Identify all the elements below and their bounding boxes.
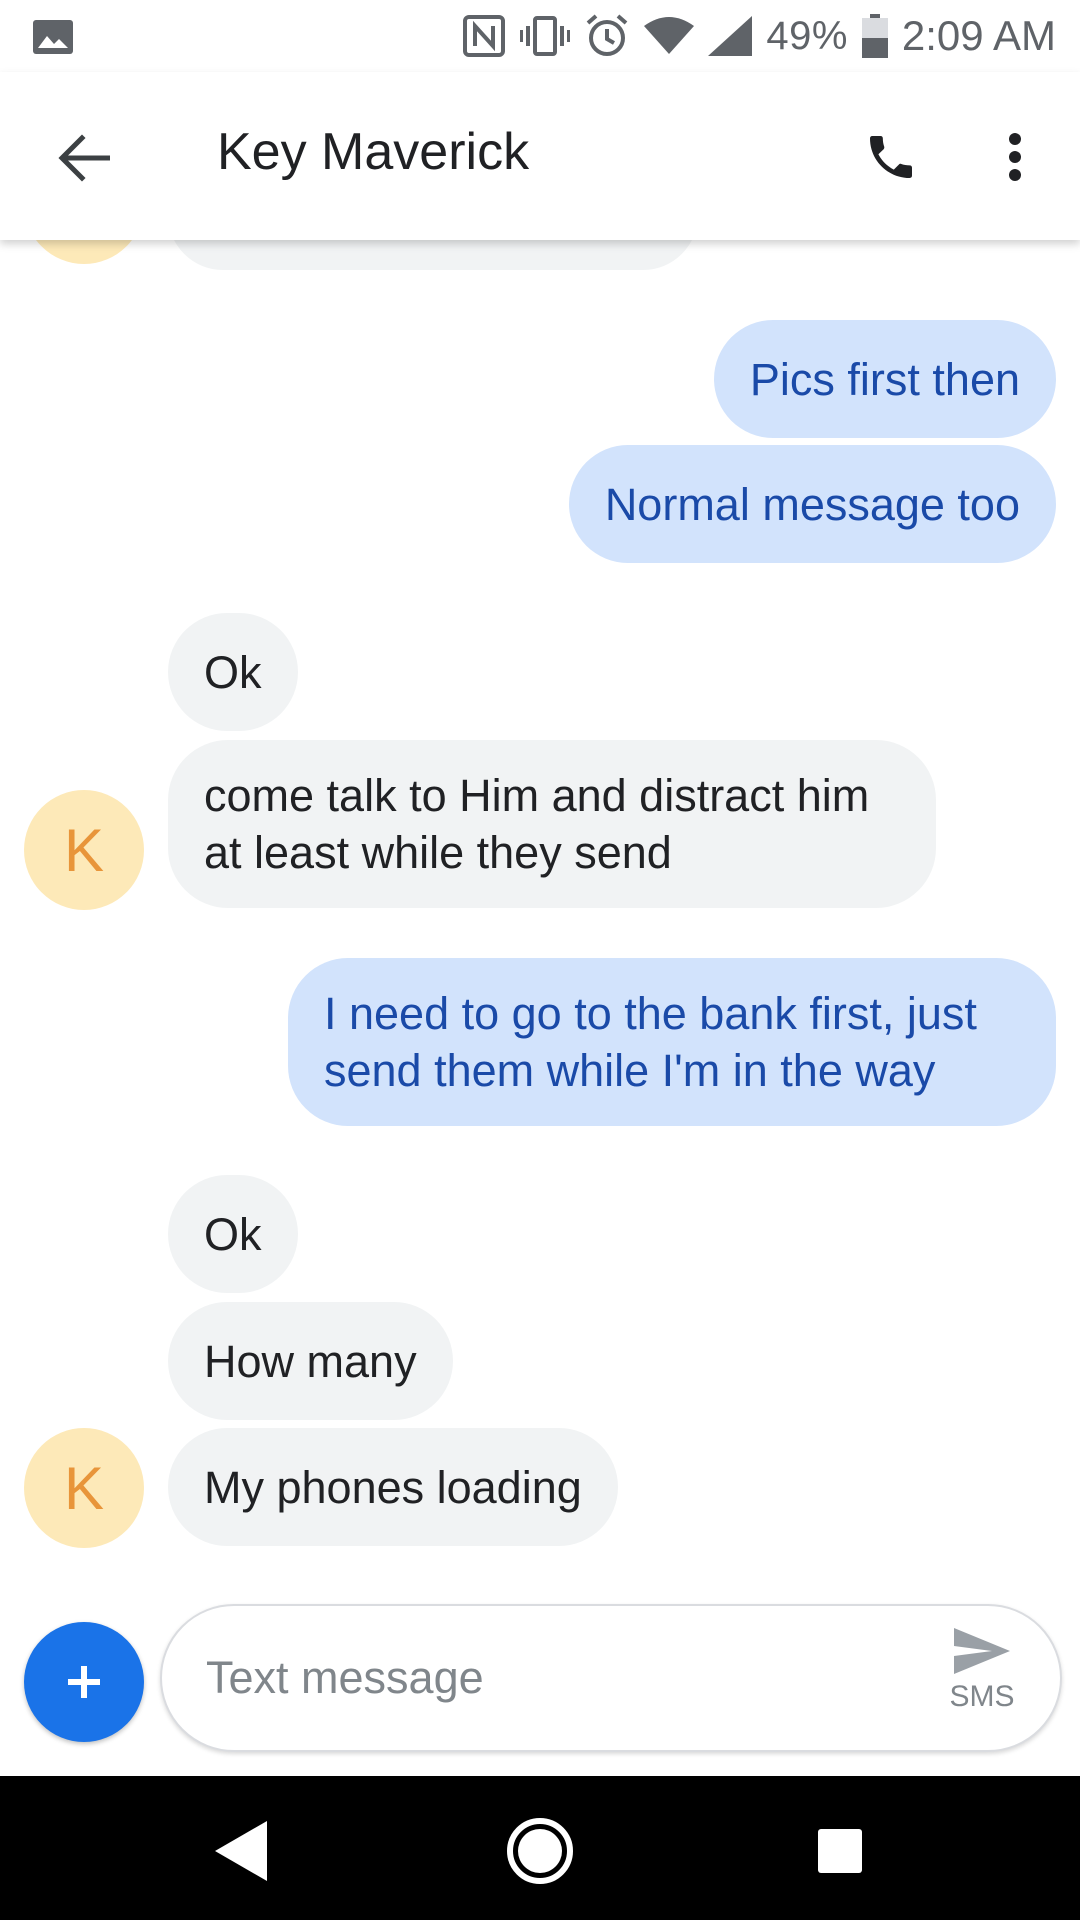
navigation-bar xyxy=(0,1776,1080,1920)
message-bubble-incoming[interactable]: My phones loading xyxy=(168,1428,618,1546)
send-mode-label: SMS xyxy=(949,1680,1015,1713)
status-bar: 49% 2:09 AM xyxy=(0,0,1080,72)
nav-home-button[interactable] xyxy=(495,1806,585,1896)
clock: 2:09 AM xyxy=(901,12,1056,59)
nav-back-button[interactable] xyxy=(196,1806,286,1896)
battery-icon xyxy=(861,14,888,58)
nav-recents-button[interactable] xyxy=(795,1806,885,1896)
more-options-button[interactable] xyxy=(970,112,1060,202)
conversation-title: Key Maverick xyxy=(217,123,530,181)
signal-icon xyxy=(708,16,753,56)
message-bubble-outgoing[interactable]: Pics first then xyxy=(713,320,1056,438)
message-bubble-partial xyxy=(168,240,698,270)
nav-back-icon xyxy=(215,1821,267,1881)
avatar[interactable]: K xyxy=(24,790,144,910)
app-bar: Key Maverick xyxy=(0,72,1080,240)
nav-recents-icon xyxy=(818,1829,862,1873)
nav-home-icon xyxy=(507,1818,573,1884)
alarm-icon xyxy=(587,14,628,56)
compose-area: SMS xyxy=(0,1596,1080,1776)
message-bubble-incoming[interactable]: Ok xyxy=(168,613,298,731)
back-button[interactable] xyxy=(40,114,128,202)
message-bubble-incoming[interactable]: come talk to Him and distract him at lea… xyxy=(168,740,936,908)
vibrate-icon xyxy=(520,16,571,56)
avatar[interactable]: K xyxy=(24,1428,144,1548)
message-bubble-outgoing[interactable]: I need to go to the bank first, just sen… xyxy=(288,958,1056,1126)
phone-icon xyxy=(870,136,912,178)
image-icon xyxy=(33,20,73,54)
message-input[interactable] xyxy=(206,1646,886,1710)
call-button[interactable] xyxy=(846,112,936,202)
nfc-icon xyxy=(463,15,506,57)
message-list[interactable]: Pics first then Normal message too Ok co… xyxy=(0,240,1080,1600)
back-arrow-icon xyxy=(58,134,110,182)
add-attachment-button[interactable] xyxy=(24,1622,144,1742)
battery-percent: 49% xyxy=(766,13,848,58)
send-button[interactable]: SMS xyxy=(922,1626,1042,1736)
status-icons: 49% 2:09 AM xyxy=(462,10,1056,62)
more-vert-icon xyxy=(1009,133,1021,181)
plus-icon xyxy=(68,1666,100,1698)
wifi-icon xyxy=(644,17,695,54)
message-bubble-incoming[interactable]: Ok xyxy=(168,1175,298,1293)
avatar xyxy=(24,240,144,264)
compose-box: SMS xyxy=(160,1604,1062,1752)
message-bubble-outgoing[interactable]: Normal message too xyxy=(568,445,1056,563)
send-icon xyxy=(954,1628,1010,1674)
message-bubble-incoming[interactable]: How many xyxy=(168,1302,453,1420)
